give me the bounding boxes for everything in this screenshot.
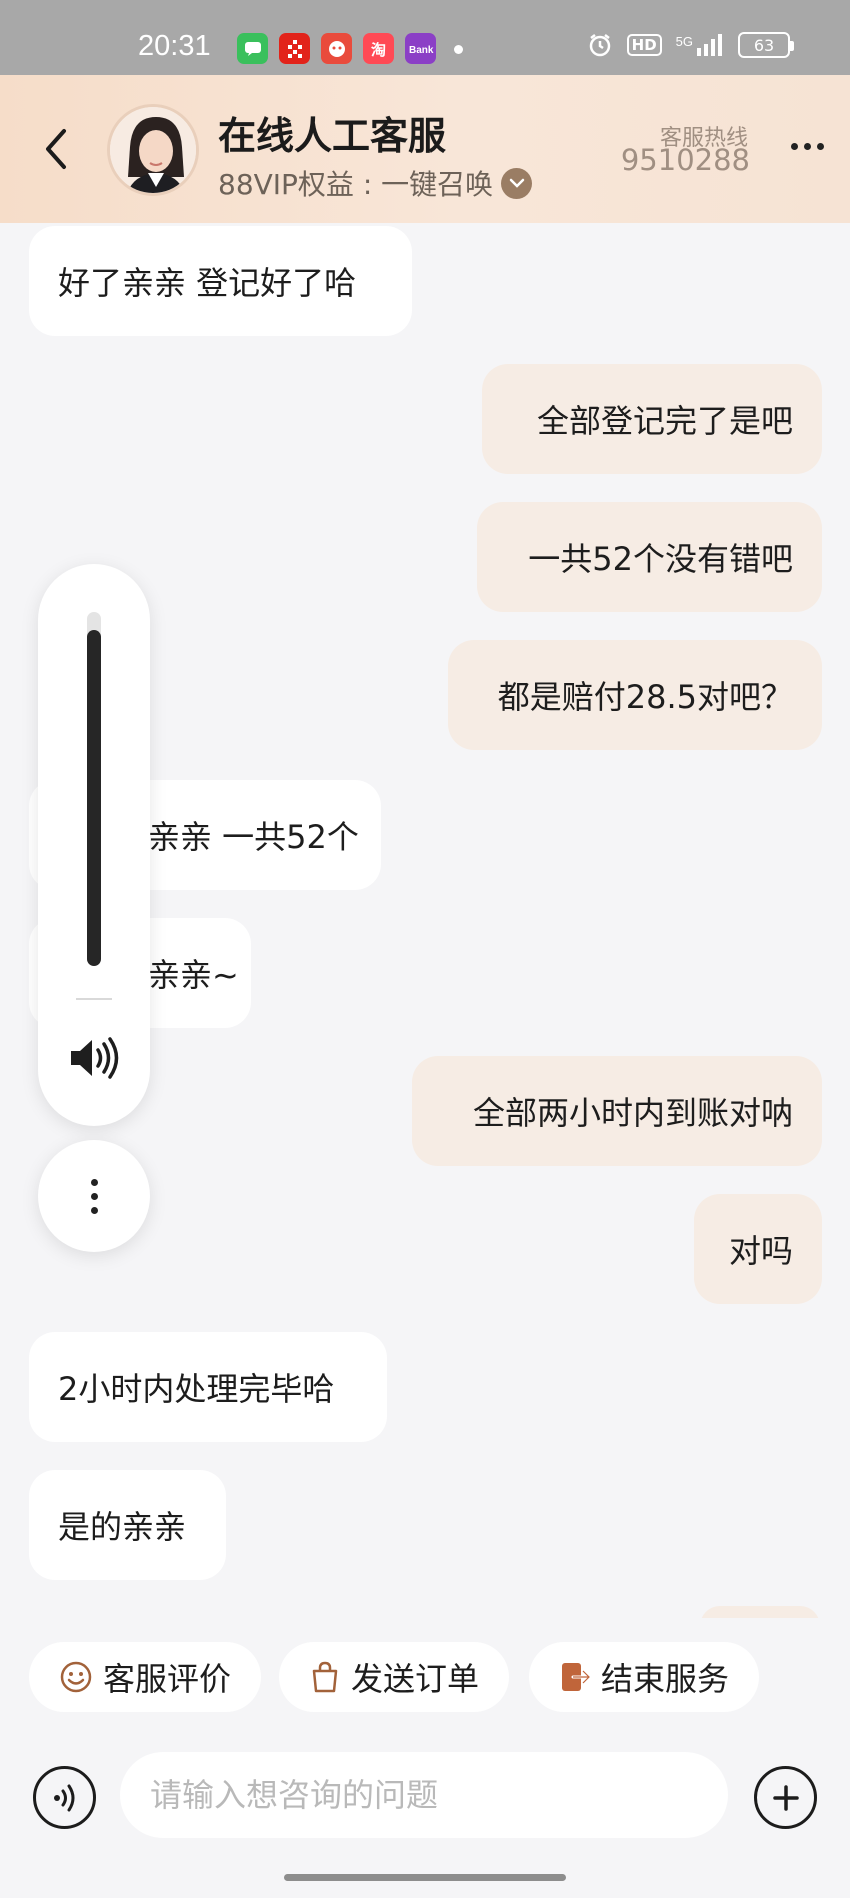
hd-badge: HD [626, 34, 662, 56]
signal-icon: 5G [676, 34, 724, 56]
message-bubble-user[interactable]: 一共52个没有错吧 [477, 502, 822, 612]
battery-icon: 63 [738, 32, 794, 58]
bank-app-icon: Bank [405, 33, 436, 64]
volume-slider-fill [87, 629, 101, 966]
exit-icon [562, 1663, 591, 1691]
message-bubble-agent[interactable]: 是的亲亲 [29, 1470, 226, 1580]
dot-icon [817, 143, 824, 150]
smile-icon [60, 1661, 92, 1693]
message-text: 对吗 [728, 1232, 793, 1270]
bag-icon [312, 1661, 338, 1693]
dot-icon [791, 143, 798, 150]
voice-icon [53, 1784, 74, 1811]
message-bubble-user[interactable]: 全部登记完了是吧 [482, 364, 822, 474]
chat-header: 在线人工客服 88VIP权益 : 一键召唤 客服热线 9510288 [0, 75, 850, 223]
hotline-number[interactable]: 9510288 [621, 143, 750, 177]
dot-icon [90, 1206, 98, 1214]
more-options-button[interactable] [791, 143, 824, 150]
meituan-app-icon [321, 33, 352, 64]
status-right: HD 5G 63 [587, 32, 794, 58]
message-bubble-user[interactable]: 对吗 [694, 1194, 822, 1304]
message-input[interactable] [120, 1752, 728, 1838]
message-text: 亲亲~ [148, 956, 239, 994]
message-text: 一共52个没有错吧 [528, 540, 793, 578]
message-bubble-agent[interactable]: 2小时内处理完毕哈 [29, 1332, 387, 1442]
message-bubble-user[interactable]: 都是赔付28.5对吧？ [448, 640, 822, 750]
kfc-app-icon [279, 33, 310, 64]
alarm-icon [589, 34, 610, 57]
message-bubble-agent[interactable]: 好了亲亲 登记好了哈 [29, 226, 412, 336]
volume-divider [76, 998, 112, 1000]
message-text: 亲亲 一共52个 [148, 818, 359, 856]
taobao-app-icon: 淘 [363, 33, 394, 64]
battery-level: 63 [753, 35, 775, 55]
messages-app-icon [237, 33, 268, 64]
volume-slider[interactable] [87, 612, 101, 966]
status-time: 20:31 [138, 30, 211, 62]
rate-service-label: 客服评价 [103, 1660, 232, 1698]
dot-icon [90, 1192, 98, 1200]
status-dot [454, 45, 463, 54]
status-app-icons: 淘 Bank [237, 33, 436, 64]
home-indicator[interactable] [284, 1874, 566, 1881]
message-text: 全部登记完了是吧 [536, 402, 793, 440]
volume-more-button[interactable] [38, 1140, 150, 1252]
message-text: 2小时内处理完毕哈 [58, 1370, 335, 1408]
speaker-icon[interactable] [67, 1034, 123, 1082]
back-button[interactable] [36, 123, 76, 175]
chevron-down-icon[interactable] [501, 167, 533, 199]
message-text: 都是赔付28.5对吧？ [497, 678, 793, 716]
rate-service-button[interactable]: 客服评价 [29, 1642, 262, 1712]
volume-panel [38, 564, 150, 1126]
voice-input-button[interactable] [33, 1766, 96, 1829]
page-title: 在线人工客服 [218, 114, 447, 158]
send-order-label: 发送订单 [351, 1660, 480, 1698]
vip-summon[interactable]: 88VIP权益 : 一键召唤 [218, 163, 533, 203]
message-text: 好了亲亲 登记好了哈 [58, 264, 357, 302]
svg-text:淘: 淘 [370, 41, 386, 59]
dot-icon [90, 1178, 98, 1186]
chevron-left-icon [46, 129, 66, 169]
end-service-button[interactable]: 结束服务 [529, 1642, 760, 1712]
add-attachment-button[interactable] [754, 1766, 817, 1829]
quick-actions-bar: 客服评价 发送订单 结束服务 [0, 1618, 850, 1736]
dot-icon [804, 143, 811, 150]
message-bubble-user[interactable]: 全部两小时内到账对呐 [412, 1056, 822, 1166]
message-text: 全部两小时内到账对呐 [472, 1094, 793, 1132]
status-bar: 20:31 淘 Bank HD 5G 63 [0, 0, 850, 75]
vip-text: 88VIP权益 : 一键召唤 [218, 168, 494, 201]
message-text: 是的亲亲 [58, 1508, 187, 1546]
plus-icon [772, 1784, 799, 1811]
agent-avatar[interactable] [107, 104, 199, 196]
svg-text:Bank: Bank [409, 45, 434, 56]
send-order-button[interactable]: 发送订单 [279, 1642, 510, 1712]
end-service-label: 结束服务 [601, 1660, 730, 1698]
